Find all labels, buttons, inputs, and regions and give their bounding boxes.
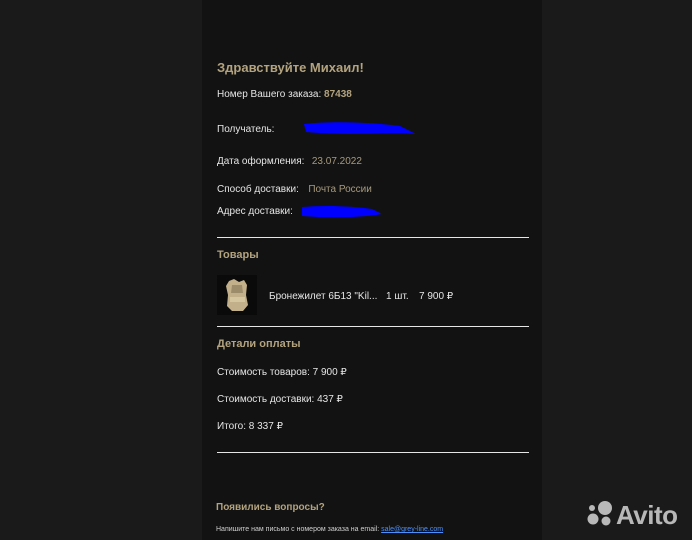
address-label: Адрес доставки:	[217, 206, 293, 217]
vest-image-icon	[226, 279, 248, 311]
goods-section-title: Товары	[217, 249, 259, 261]
goods-item-qty: 1 шт.	[386, 291, 409, 302]
footer-email-link[interactable]: sale@grey-line.com	[381, 526, 443, 533]
avito-dots-icon	[587, 501, 612, 526]
date-label: Дата оформления:	[217, 156, 305, 167]
footer-write-text: Напишите нам письмо с номером заказа на …	[216, 526, 380, 533]
goods-item-price: 7 900 ₽	[419, 291, 454, 302]
date-row: Дата оформления: 23.07.2022	[217, 151, 362, 169]
greeting-heading: Здравствуйте Михаил!	[217, 60, 364, 75]
recipient-label: Получатель:	[217, 124, 275, 135]
address-redaction	[302, 205, 382, 218]
payment-section-title: Детали оплаты	[217, 338, 301, 350]
goods-cost: Стоимость товаров: 7 900 ₽	[217, 367, 347, 378]
date-value: 23.07.2022	[311, 156, 362, 167]
order-number-value: 87438	[324, 89, 352, 100]
email-panel	[202, 0, 542, 540]
total-cost: Итого: 8 337 ₽	[217, 421, 283, 432]
delivery-method-label: Способ доставки:	[217, 184, 299, 195]
goods-item-name[interactable]: Бронежилет 6Б13 "Kil...	[269, 291, 377, 302]
order-number-row: Номер Вашего заказа: 87438	[217, 89, 352, 100]
divider-3	[217, 452, 529, 453]
delivery-method-value: Почта России	[308, 184, 372, 195]
product-thumbnail[interactable]	[217, 275, 257, 315]
delivery-cost: Стоимость доставки: 437 ₽	[217, 394, 343, 405]
delivery-method-row: Способ доставки: Почта России	[217, 179, 372, 197]
avito-watermark-text: Avito	[616, 500, 678, 530]
order-number-label: Номер Вашего заказа:	[217, 89, 322, 100]
divider-2	[217, 326, 529, 327]
divider-1	[217, 237, 529, 238]
recipient-redaction	[304, 122, 416, 134]
footer-question: Появились вопросы?	[216, 502, 325, 513]
footer-text: Напишите нам письмо с номером заказа на …	[216, 526, 443, 533]
